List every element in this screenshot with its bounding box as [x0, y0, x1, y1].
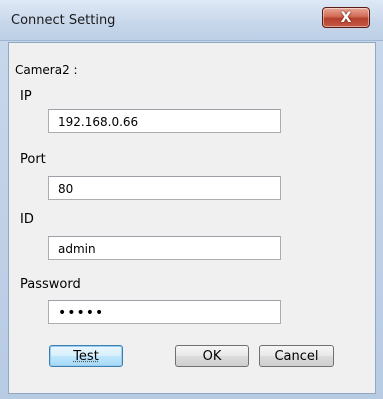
dialog-body: Camera2 : IP 192.168.0.66 Port 80 ID adm… [8, 42, 376, 394]
id-field[interactable]: admin [48, 236, 281, 260]
test-button-label: Test [73, 348, 99, 364]
connect-setting-dialog: Connect Setting X Camera2 : IP 192.168.0… [0, 0, 383, 399]
camera-label: Camera2 : [15, 63, 78, 77]
ip-label: IP [20, 89, 32, 104]
test-button[interactable]: Test [49, 345, 123, 367]
ip-field[interactable]: 192.168.0.66 [48, 109, 281, 133]
ok-button[interactable]: OK [175, 345, 249, 367]
cancel-button-label: Cancel [274, 348, 319, 364]
port-label: Port [20, 152, 46, 167]
close-button[interactable]: X [322, 7, 370, 28]
title-bar[interactable]: Connect Setting X [0, 0, 383, 41]
window-title: Connect Setting [11, 13, 116, 28]
ok-button-label: OK [202, 348, 222, 364]
port-field[interactable]: 80 [48, 176, 281, 200]
cancel-button[interactable]: Cancel [259, 345, 334, 367]
password-label: Password [20, 277, 81, 292]
close-icon: X [340, 9, 352, 26]
id-label: ID [20, 212, 34, 227]
password-field[interactable]: ••••• [48, 300, 281, 324]
